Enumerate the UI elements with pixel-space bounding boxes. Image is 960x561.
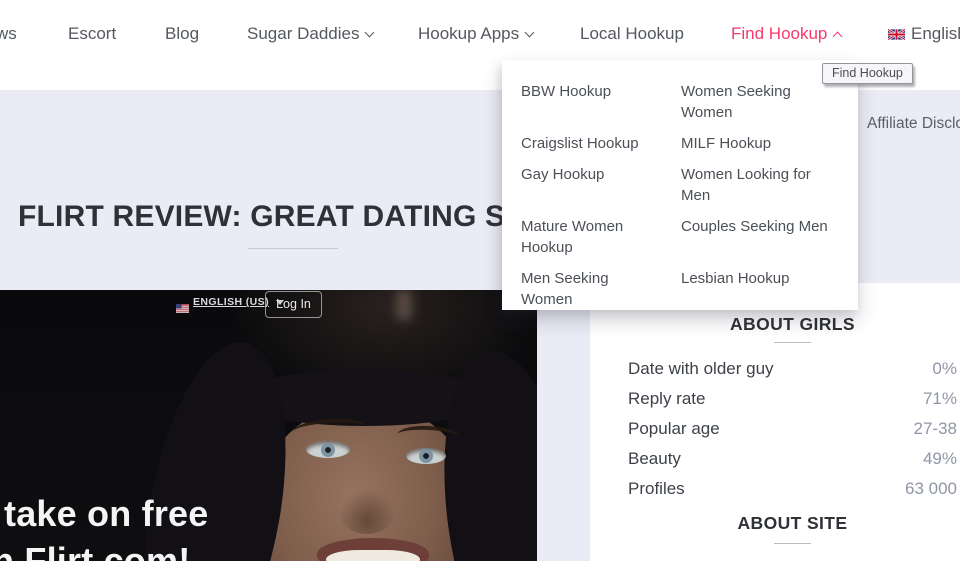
chevron-up-icon [833,32,843,42]
stat-value: 0% [932,359,957,379]
stat-value: 71% [923,389,957,409]
nose-shading [338,488,396,534]
nav-item-reviews[interactable]: ws [0,22,17,46]
woman-hair-part [396,290,412,320]
hero-login-button: Log In [265,291,322,318]
nav-item-escort[interactable]: Escort [68,22,116,46]
menu-item-lesbian-hookup[interactable]: Lesbian Hookup [681,268,833,310]
about-site-title: ABOUT SITE [590,513,960,534]
hero-headline-line1: take on free [4,493,208,535]
stat-row: Profiles 63 000 [628,474,957,504]
language-label: English [911,22,960,46]
about-girls-stats: Date with older guy 0% Reply rate 71% Po… [628,354,957,504]
stat-row: Popular age 27-38 [628,414,957,444]
page-title: FLIRT REVIEW: GREAT DATING S [18,200,505,234]
stat-row: Beauty 49% [628,444,957,474]
hero-language-label: ENGLISH (US) [193,296,269,308]
nav-item-label: Sugar Daddies [247,24,359,43]
eye [306,441,350,458]
menu-item-craigslist-hookup[interactable]: Craigslist Hookup [521,133,659,154]
stat-value: 49% [923,449,957,469]
title-divider [774,342,811,343]
eye [406,448,446,464]
nav-item-hookup-apps[interactable]: Hookup Apps [418,22,533,46]
us-flag-icon [176,300,189,318]
review-screenshot-image: ENGLISH (US) Log In take on free h Flirt… [0,290,537,561]
nav-item-label: Hookup Apps [418,24,519,43]
nav-item-find-hookup[interactable]: Find Hookup [731,22,841,46]
menu-item-couples-seeking-men[interactable]: Couples Seeking Men [681,216,833,258]
find-hookup-dropdown-menu: BBW Hookup Women Seeking Women Craigslis… [502,60,858,310]
chevron-down-icon [525,28,535,38]
nav-item-blog[interactable]: Blog [165,22,199,46]
uk-flag-icon [888,29,905,40]
stat-value: 63 000 [905,479,957,499]
menu-item-women-looking-for-men[interactable]: Women Looking for Men [681,164,833,206]
stat-label: Profiles [628,479,685,499]
chevron-down-icon [365,28,375,38]
hero-headline-line2: h Flirt.com! [0,540,190,561]
stat-label: Date with older guy [628,359,774,379]
heading-divider [248,248,338,249]
menu-item-milf-hookup[interactable]: MILF Hookup [681,133,833,154]
stat-value: 27-38 [914,419,957,439]
menu-item-men-seeking-women[interactable]: Men Seeking Women [521,268,659,310]
stat-label: Reply rate [628,389,705,409]
nav-item-label: Find Hookup [731,24,827,43]
about-girls-title: ABOUT GIRLS [590,314,960,335]
stat-row: Date with older guy 0% [628,354,957,384]
page: ws Escort Blog Sugar Daddies Hookup Apps… [0,0,960,561]
stat-label: Beauty [628,449,681,469]
stat-label: Popular age [628,419,720,439]
nav-item-local-hookup[interactable]: Local Hookup [580,22,684,46]
site-info-card: ABOUT GIRLS Date with older guy 0% Reply… [590,283,960,561]
title-divider [774,543,811,544]
stat-row: Reply rate 71% [628,384,957,414]
find-hookup-tooltip: Find Hookup [822,63,913,84]
affiliate-disclosure-link[interactable]: Affiliate Disclo [867,115,960,133]
menu-item-bbw-hookup[interactable]: BBW Hookup [521,81,659,123]
language-selector[interactable]: English [888,22,960,46]
menu-item-women-seeking-women[interactable]: Women Seeking Women [681,81,833,123]
menu-item-gay-hookup[interactable]: Gay Hookup [521,164,659,206]
nav-item-sugar-daddies[interactable]: Sugar Daddies [247,22,373,46]
menu-item-mature-women-hookup[interactable]: Mature Women Hookup [521,216,659,258]
